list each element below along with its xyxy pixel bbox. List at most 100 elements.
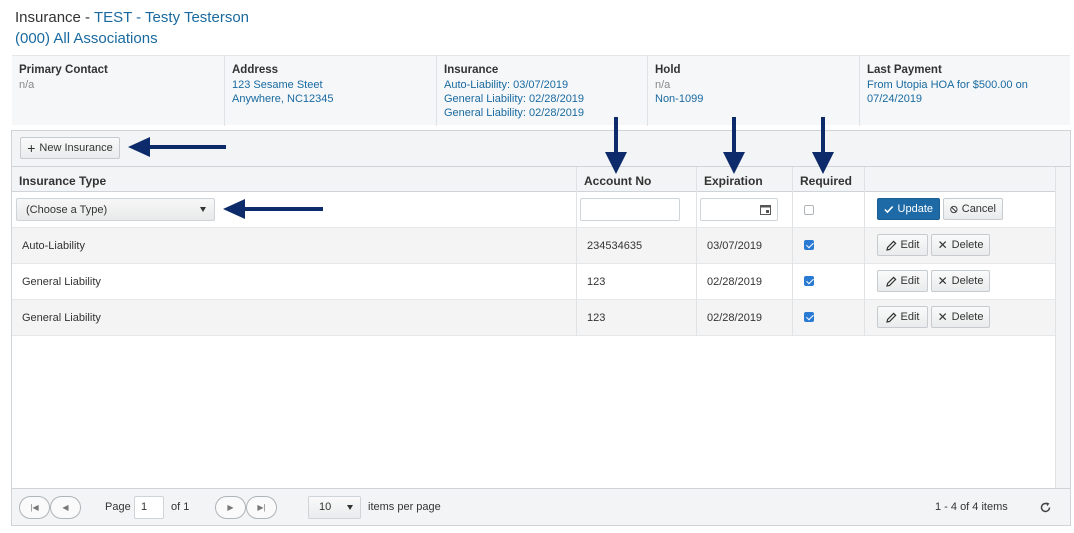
required-cell-edit	[792, 192, 864, 228]
previous-page-button[interactable]: ◀	[50, 496, 81, 519]
primary-contact-value: n/a	[19, 79, 35, 91]
expiration-cell: 02/28/2019	[696, 264, 792, 300]
last-page-icon: ▶|	[257, 503, 266, 512]
vendor-info-bar: Primary Contact n/a Address 123 Sesame S…	[12, 55, 1070, 126]
last-page-button[interactable]: ▶|	[246, 496, 277, 519]
last-payment-line-1[interactable]: From Utopia HOA for $500.00 on	[867, 78, 1063, 92]
chevron-down-icon	[347, 505, 353, 510]
edit-label: Edit	[900, 239, 920, 251]
table-row[interactable]: General Liability 123 02/28/2019 Edit ✕ …	[12, 264, 1056, 300]
account-no-cell: 123	[576, 300, 696, 336]
column-header-expiration[interactable]: Expiration	[696, 167, 792, 192]
new-insurance-label: New Insurance	[39, 142, 113, 154]
insurance-summary-2[interactable]: General Liability: 02/28/2019	[444, 92, 640, 106]
close-icon: ✕	[937, 310, 948, 324]
account-no-input[interactable]	[580, 198, 680, 221]
edit-label: Edit	[900, 275, 920, 287]
table-row[interactable]: General Liability 123 02/28/2019 Edit ✕ …	[12, 300, 1056, 336]
close-icon: ✕	[937, 238, 948, 252]
vendor-name-link[interactable]: TEST - Testy Testerson	[94, 9, 249, 26]
insurance-grid: + New Insurance Insurance Type Account N…	[11, 130, 1071, 526]
last-payment-heading: Last Payment	[867, 64, 942, 76]
page-size-select[interactable]: 10	[308, 496, 361, 519]
table-row-edit: (Choose a Type) Update Cancel	[12, 192, 1056, 228]
address-section: Address 123 Sesame Steet Anywhere, NC123…	[224, 56, 436, 126]
address-heading: Address	[232, 64, 279, 76]
actions-cell-edit: Update Cancel	[864, 192, 1056, 228]
next-page-button[interactable]: ▶	[215, 496, 246, 519]
cancel-button[interactable]: Cancel	[943, 198, 1003, 220]
update-button[interactable]: Update	[877, 198, 940, 220]
insurance-type-cell: General Liability	[22, 276, 101, 288]
account-no-cell: 123	[576, 264, 696, 300]
chevron-down-icon	[200, 207, 206, 212]
page-size-value: 10	[319, 501, 332, 513]
actions-cell: Edit ✕ Delete	[864, 264, 1056, 300]
cancel-icon	[950, 205, 958, 213]
grid-toolbar: + New Insurance	[12, 131, 1070, 167]
hold-section: Hold n/a Non-1099	[647, 56, 859, 126]
delete-button[interactable]: ✕ Delete	[931, 270, 990, 292]
required-checkbox[interactable]	[804, 276, 814, 286]
last-payment-section: Last Payment From Utopia HOA for $500.00…	[859, 56, 1070, 126]
last-payment-line-2[interactable]: 07/24/2019	[867, 92, 1063, 106]
insurance-type-select-value: (Choose a Type)	[26, 204, 108, 216]
edit-label: Edit	[900, 311, 920, 323]
account-no-cell: 234534635	[576, 228, 696, 264]
delete-label: Delete	[951, 239, 984, 251]
actions-cell: Edit ✕ Delete	[864, 300, 1056, 336]
calendar-icon[interactable]	[760, 204, 771, 215]
actions-cell: Edit ✕ Delete	[864, 228, 1056, 264]
column-header-required[interactable]: Required	[792, 167, 864, 192]
first-page-button[interactable]: |◀	[19, 496, 50, 519]
required-cell	[792, 228, 864, 264]
column-header-insurance-type[interactable]: Insurance Type	[12, 167, 576, 192]
update-label: Update	[897, 203, 933, 215]
page-number-input[interactable]: 1	[134, 496, 164, 519]
required-checkbox[interactable]	[804, 312, 814, 322]
required-checkbox[interactable]	[804, 240, 814, 250]
refresh-icon[interactable]	[1039, 501, 1052, 514]
insurance-type-cell: General Liability	[22, 312, 101, 324]
column-header-actions	[864, 167, 1056, 192]
edit-button[interactable]: Edit	[877, 234, 928, 256]
page-title-prefix: Insurance -	[15, 9, 94, 26]
edit-button[interactable]: Edit	[877, 270, 928, 292]
grid-pager: |◀ ◀ Page 1 of 1 ▶ ▶| 10 items per page …	[12, 488, 1070, 525]
next-page-icon: ▶	[227, 503, 234, 512]
hold-1099-status[interactable]: Non-1099	[655, 92, 852, 106]
page-count-label: of 1	[171, 501, 190, 513]
account-cell-edit	[576, 192, 696, 228]
table-row[interactable]: Auto-Liability 234534635 03/07/2019 Edit…	[12, 228, 1056, 264]
primary-contact-heading: Primary Contact	[19, 64, 108, 76]
required-checkbox-edit[interactable]	[804, 205, 814, 215]
insurance-summary-1[interactable]: Auto-Liability: 03/07/2019	[444, 78, 640, 92]
required-cell	[792, 300, 864, 336]
check-icon	[884, 205, 894, 213]
new-insurance-button[interactable]: + New Insurance	[20, 137, 120, 159]
delete-button[interactable]: ✕ Delete	[931, 234, 990, 256]
address-line-1[interactable]: 123 Sesame Steet	[232, 78, 429, 92]
cancel-label: Cancel	[961, 203, 996, 215]
insurance-section: Insurance Auto-Liability: 03/07/2019 Gen…	[436, 56, 647, 126]
column-header-account-no[interactable]: Account No	[576, 167, 696, 192]
expiration-cell: 03/07/2019	[696, 228, 792, 264]
primary-contact-section: Primary Contact n/a	[12, 56, 224, 126]
expiration-cell: 02/28/2019	[696, 300, 792, 336]
address-line-2[interactable]: Anywhere, NC12345	[232, 92, 429, 106]
expiration-cell-edit	[696, 192, 792, 228]
delete-button[interactable]: ✕ Delete	[931, 306, 990, 328]
items-per-page-label: items per page	[368, 501, 441, 513]
edit-button[interactable]: Edit	[877, 306, 928, 328]
insurance-summary-3[interactable]: General Liability: 02/28/2019	[444, 106, 640, 120]
expiration-date-input[interactable]	[700, 198, 778, 221]
insurance-type-select[interactable]: (Choose a Type)	[16, 198, 215, 221]
association-link[interactable]: (000) All Associations	[15, 30, 158, 47]
page-title: Insurance - TEST - Testy Testerson	[15, 9, 249, 26]
delete-label: Delete	[951, 311, 984, 323]
grid-vertical-scrollbar[interactable]	[1055, 167, 1070, 488]
hold-heading: Hold	[655, 64, 681, 76]
insurance-heading: Insurance	[444, 64, 499, 76]
plus-icon: +	[27, 140, 36, 156]
close-icon: ✕	[937, 274, 948, 288]
